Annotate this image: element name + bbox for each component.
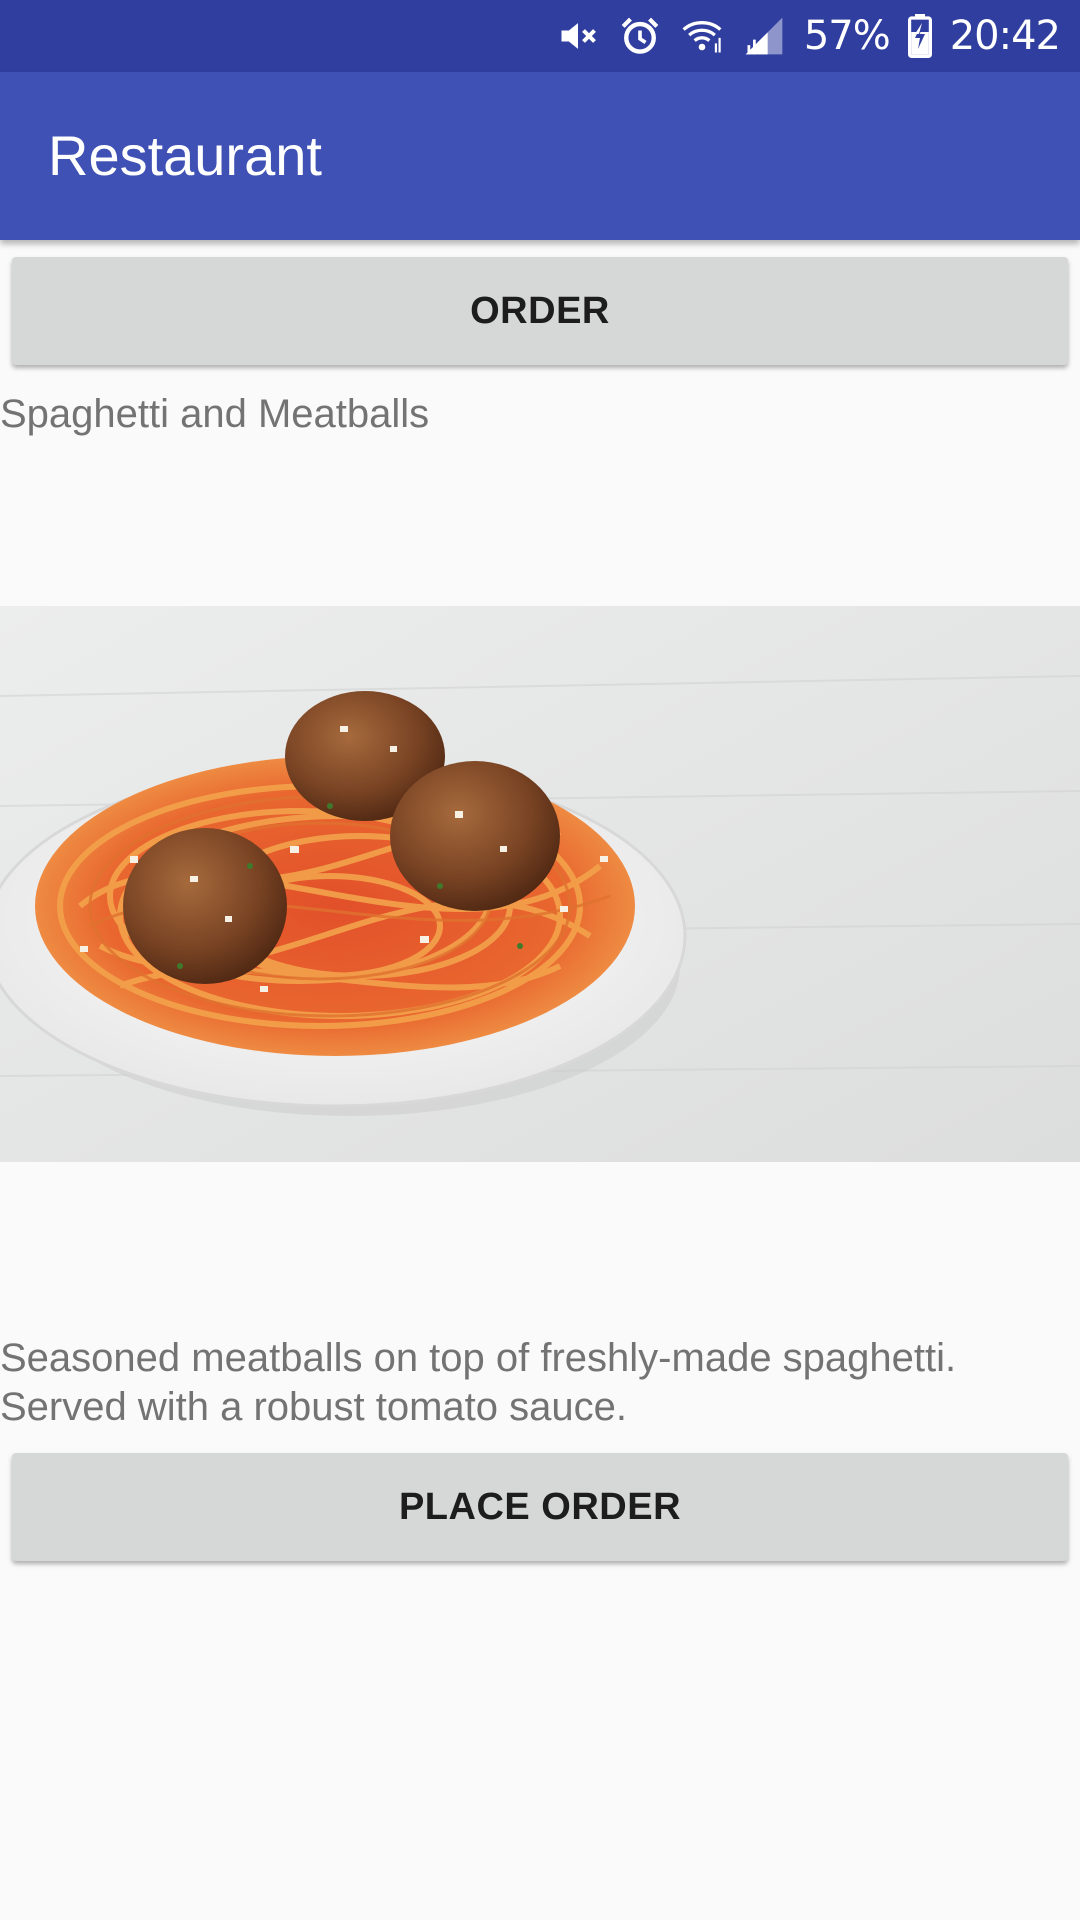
mute-icon [556, 14, 600, 58]
app-title: Restaurant [48, 124, 322, 187]
dish-description: Seasoned meatballs on top of freshly-mad… [0, 1336, 957, 1429]
order-button[interactable]: ORDER [12, 257, 1068, 365]
wifi-icon [680, 14, 724, 58]
spaghetti-meatballs-photo [0, 606, 1080, 1162]
dish-name: Spaghetti and Meatballs [0, 392, 430, 436]
signal-icon [742, 14, 786, 58]
battery-percent: 57% [803, 13, 891, 59]
place-order-button-label: PLACE ORDER [398, 1485, 682, 1528]
alarm-icon [618, 14, 662, 58]
clock-time: 20:42 [949, 13, 1061, 59]
status-bar: 57% 20:42 [0, 0, 1080, 72]
battery-charging-icon [907, 14, 932, 58]
place-order-button[interactable]: PLACE ORDER [12, 1453, 1068, 1561]
app-bar: Restaurant [0, 72, 1080, 240]
status-icons: 57% 20:42 [556, 0, 1061, 72]
screen: 57% 20:42 Restaurant ORDER Spaghetti and… [0, 0, 1080, 1920]
order-button-label: ORDER [470, 289, 610, 332]
